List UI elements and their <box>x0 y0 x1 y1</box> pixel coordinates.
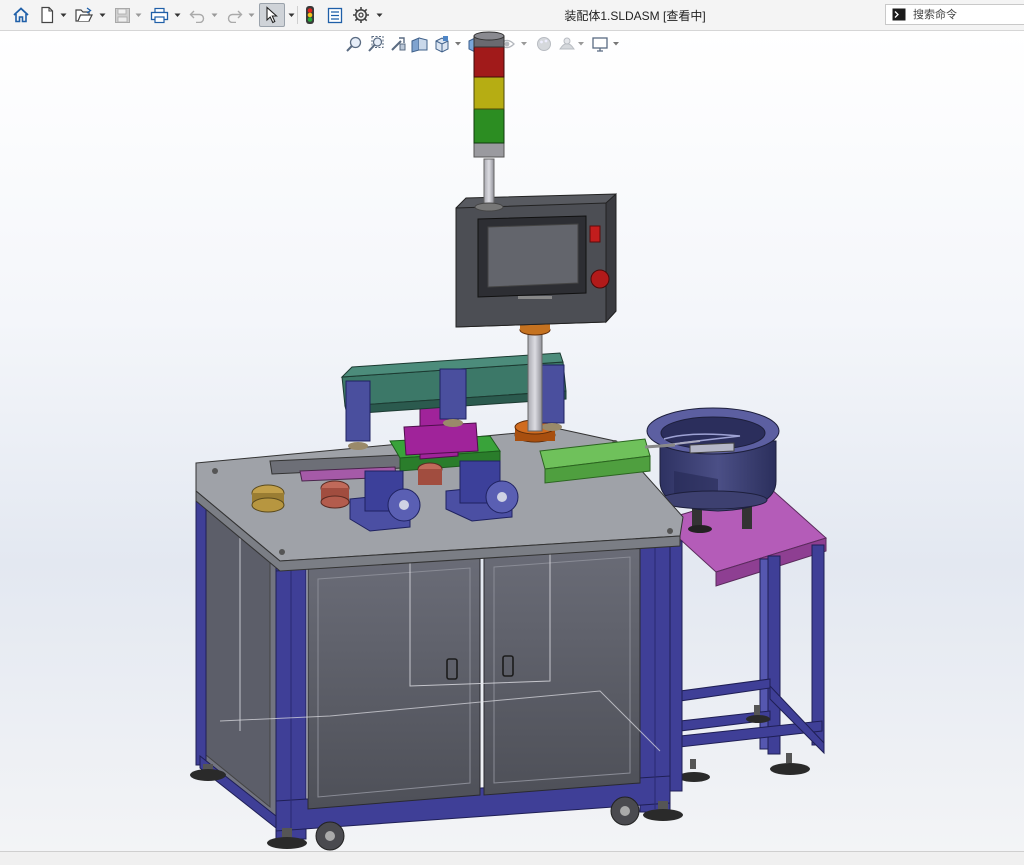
file-properties-button[interactable] <box>325 3 345 27</box>
chevron-down-icon <box>376 13 383 17</box>
chevron-down-icon <box>248 13 255 17</box>
redo-icon <box>227 10 242 23</box>
select-dropdown[interactable] <box>287 3 296 27</box>
rebuild-button[interactable] <box>300 3 320 27</box>
home-icon <box>13 7 29 23</box>
print-button[interactable] <box>148 3 170 27</box>
document-title: 装配体1.SLDASM [查看中] <box>564 9 706 23</box>
select-button[interactable] <box>259 3 285 27</box>
undo-button[interactable] <box>187 3 207 27</box>
home-button[interactable] <box>10 3 32 27</box>
open-dropdown[interactable] <box>98 3 107 27</box>
chevron-down-icon <box>99 13 106 17</box>
search-input[interactable] <box>913 8 1018 21</box>
toolbar-divider <box>297 6 298 24</box>
chevron-down-icon <box>288 13 295 17</box>
hmi-control-box <box>455 192 617 328</box>
status-bar <box>0 851 1024 865</box>
options-button[interactable] <box>350 3 372 27</box>
undo-dropdown[interactable] <box>210 3 219 27</box>
redo-dropdown[interactable] <box>247 3 256 27</box>
properties-icon <box>327 7 343 23</box>
print-icon <box>150 7 168 23</box>
graphics-area[interactable] <box>0 31 1024 851</box>
chevron-down-icon <box>211 13 218 17</box>
assembly-model[interactable] <box>0 31 1024 851</box>
save-dropdown[interactable] <box>134 3 143 27</box>
signal-tower <box>473 31 505 212</box>
redo-button[interactable] <box>224 3 244 27</box>
traffic-light-icon <box>306 6 314 24</box>
chevron-down-icon <box>174 13 181 17</box>
save-button[interactable] <box>112 3 132 27</box>
gear-icon <box>353 7 369 23</box>
chevron-down-icon <box>135 13 142 17</box>
new-document-dropdown[interactable] <box>59 3 68 27</box>
command-prompt-icon <box>891 8 907 22</box>
open-folder-icon <box>75 7 93 22</box>
search-commands-box[interactable] <box>885 4 1024 25</box>
new-document-button[interactable] <box>37 3 57 27</box>
chevron-down-icon <box>60 13 67 17</box>
new-document-icon <box>41 6 54 24</box>
cursor-icon <box>266 6 278 24</box>
open-button[interactable] <box>73 3 95 27</box>
options-dropdown[interactable] <box>375 3 384 27</box>
title-bar: 装配体1.SLDASM [查看中] <box>0 0 1024 31</box>
print-dropdown[interactable] <box>173 3 182 27</box>
undo-icon <box>189 10 204 23</box>
feeder-stand <box>659 487 827 782</box>
save-icon <box>114 7 130 23</box>
